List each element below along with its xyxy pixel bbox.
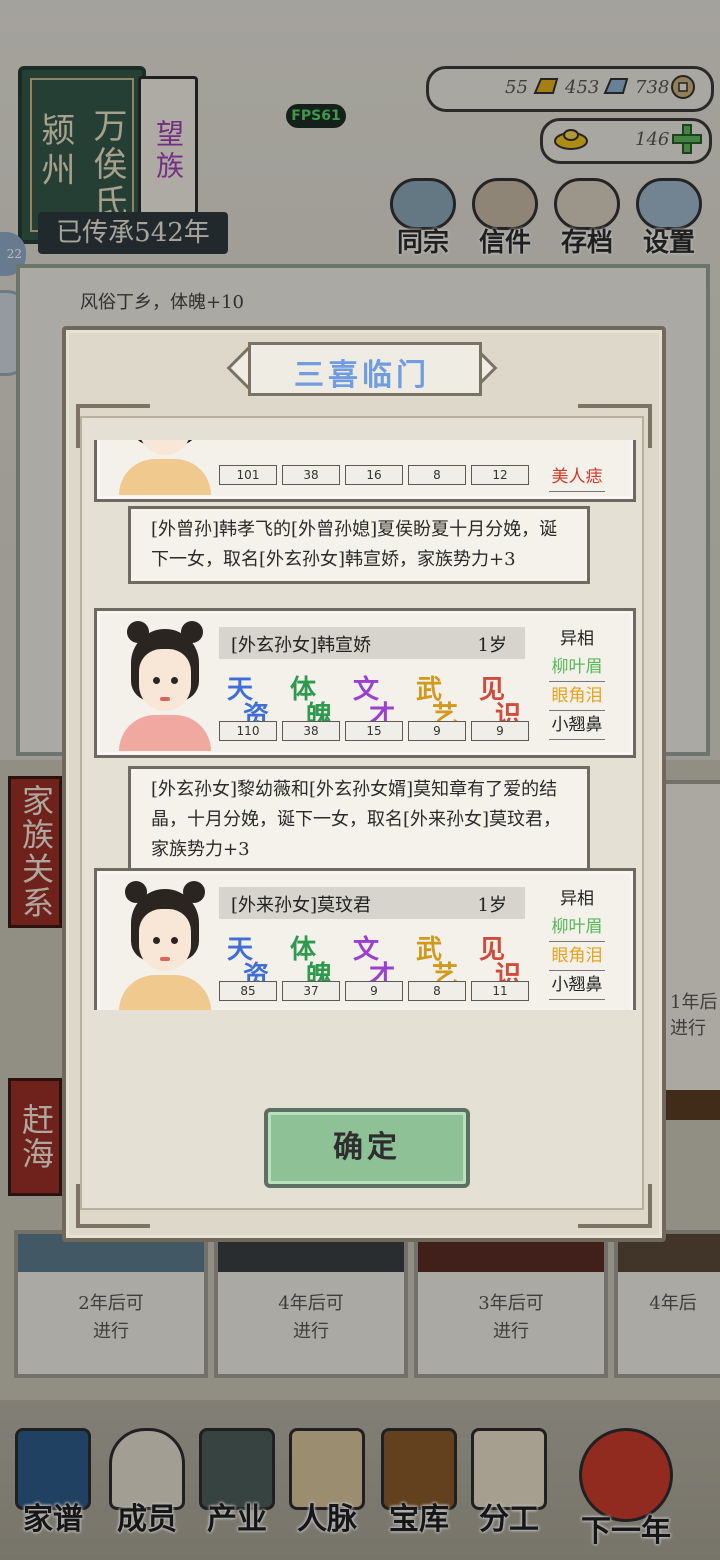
- stat-talent: 天资 85: [219, 929, 277, 1009]
- dialog-title-plate: 三喜临门: [226, 338, 498, 396]
- birth-event-text: [外玄孙女]黎幼薇和[外玄孙女婿]莫知章有了爱的结晶，十月分娩，诞下一女，取名[…: [128, 766, 590, 874]
- stat-physique: 38: [282, 440, 340, 493]
- lattice-corner-ornament: [578, 1184, 652, 1228]
- stat-physique: 体魄 38: [282, 669, 340, 749]
- stat-literary: 16: [345, 440, 403, 493]
- person-name: [外玄孙女]韩宣娇: [231, 635, 372, 656]
- person-avatar: [115, 619, 215, 751]
- confirm-button[interactable]: 确定: [264, 1108, 470, 1188]
- stat-literary: 文才 9: [345, 929, 403, 1009]
- person-card[interactable]: 101 38 16 8 12 美人痣: [94, 440, 636, 502]
- stat-physique: 体魄 37: [282, 929, 340, 1009]
- trait-label: 柳叶眉: [549, 913, 605, 942]
- stat-insight: 12: [471, 440, 529, 493]
- person-age: 1岁: [477, 635, 507, 656]
- dialog-title: 三喜临门: [294, 358, 430, 393]
- trait-label: 柳叶眉: [549, 653, 605, 682]
- trait-label: 小翘鼻: [549, 971, 605, 1000]
- trait-label: 小翘鼻: [549, 711, 605, 740]
- person-avatar: [115, 440, 215, 495]
- person-card[interactable]: [外玄孙女]韩宣娇 1岁 天资 110 体魄 38 文才 15 武艺 9 见识 …: [94, 608, 636, 758]
- trait-label: 美人痣: [549, 463, 605, 492]
- stat-insight: 见识 9: [471, 669, 529, 749]
- trait-label: 眼角泪: [549, 682, 605, 711]
- birth-events-list[interactable]: 101 38 16 8 12 美人痣 [外曾孙]韩孝飞的[外曾孙媳]夏侯盼夏十月…: [92, 440, 636, 1010]
- person-traits: 异相 柳叶眉 眼角泪 小翘鼻: [537, 625, 617, 740]
- stat-martial: 武艺 9: [408, 669, 466, 749]
- person-age: 1岁: [477, 895, 507, 916]
- lattice-corner-ornament: [76, 1184, 150, 1228]
- person-name: [外来孙女]莫玟君: [231, 895, 372, 916]
- birth-event-text: [外曾孙]韩孝飞的[外曾孙媳]夏侯盼夏十月分娩，诞下一女，取名[外玄孙女]韩宣娇…: [128, 506, 590, 584]
- person-namebar: [外玄孙女]韩宣娇 1岁: [219, 627, 525, 659]
- person-namebar: [外来孙女]莫玟君 1岁: [219, 887, 525, 919]
- person-avatar: [115, 879, 215, 1010]
- trait-label: 眼角泪: [549, 942, 605, 971]
- traits-header: 异相: [560, 889, 594, 909]
- person-traits: 美人痣: [537, 463, 617, 492]
- person-card[interactable]: [外来孙女]莫玟君 1岁 天资 85 体魄 37 文才 9 武艺 8 见识 11: [94, 868, 636, 1010]
- stat-martial: 8: [408, 440, 466, 493]
- stat-martial: 武艺 8: [408, 929, 466, 1009]
- traits-header: 异相: [560, 629, 594, 649]
- stat-insight: 见识 11: [471, 929, 529, 1009]
- stat-literary: 文才 15: [345, 669, 403, 749]
- triple-joy-dialog: 三喜临门 101 38 16 8 12 美人痣 [外曾孙]韩孝飞的[外曾孙媳]夏…: [62, 326, 666, 1242]
- stat-talent: 101: [219, 440, 277, 493]
- stat-talent: 天资 110: [219, 669, 277, 749]
- person-traits: 异相 柳叶眉 眼角泪 小翘鼻: [537, 885, 617, 1000]
